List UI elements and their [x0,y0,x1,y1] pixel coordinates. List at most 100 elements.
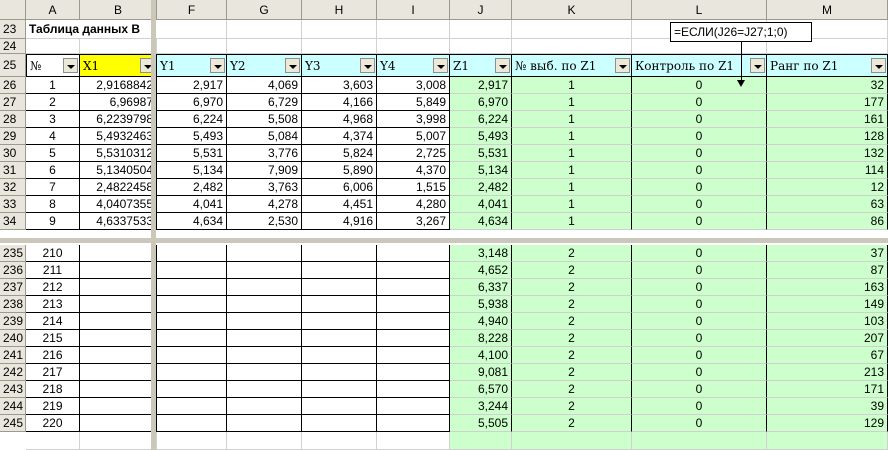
data-cell[interactable]: 0 [632,245,767,262]
data-cell[interactable] [227,296,302,313]
data-cell[interactable] [377,415,450,432]
filter-dropdown-rank[interactable] [871,58,886,73]
data-cell[interactable] [377,330,450,347]
row-header-243[interactable]: 243 [0,381,26,398]
data-cell[interactable]: 0 [632,296,767,313]
data-cell[interactable]: 4,069 [227,77,302,94]
data-cell[interactable]: 5,531 [157,145,227,162]
row-header-235[interactable]: 235 [0,245,26,262]
data-cell[interactable]: 86 [767,213,888,230]
data-cell[interactable]: 3 [26,111,80,128]
data-cell[interactable]: 2,725 [377,145,450,162]
data-cell[interactable] [377,296,450,313]
data-cell[interactable]: 213 [767,364,888,381]
data-cell[interactable] [80,364,157,381]
data-cell[interactable] [227,262,302,279]
data-cell[interactable]: 4,968 [302,111,377,128]
data-cell[interactable]: 0 [632,415,767,432]
row-header-30[interactable]: 30 [0,145,26,162]
data-cell[interactable]: 0 [632,398,767,415]
data-cell[interactable]: 4,374 [302,128,377,145]
data-cell[interactable]: 4,278 [227,196,302,213]
data-cell[interactable]: 0 [632,213,767,230]
data-cell[interactable] [227,245,302,262]
data-cell[interactable]: 2,482 [450,179,512,196]
horizontal-split-bar[interactable] [0,238,888,243]
row-header-29[interactable]: 29 [0,128,26,145]
data-cell[interactable]: 6,224 [450,111,512,128]
column-header-b[interactable]: B [80,0,157,20]
data-cell[interactable]: 161 [767,111,888,128]
data-cell[interactable] [157,347,227,364]
data-cell[interactable] [80,262,157,279]
data-cell[interactable]: 3,776 [227,145,302,162]
empty-cell[interactable] [302,20,377,39]
data-cell[interactable]: 5,493 [157,128,227,145]
data-cell[interactable]: 1 [512,111,632,128]
data-cell[interactable]: 3,763 [227,179,302,196]
column-header-a[interactable]: A [26,0,80,20]
data-cell[interactable] [227,398,302,415]
row-header-32[interactable]: 32 [0,179,26,196]
data-cell[interactable]: 0 [632,162,767,179]
data-cell[interactable] [302,415,377,432]
data-cell[interactable]: 1,515 [377,179,450,196]
data-cell[interactable]: 0 [632,111,767,128]
data-cell[interactable]: 6,729 [227,94,302,111]
data-cell[interactable] [302,364,377,381]
data-cell[interactable]: 3,603 [302,77,377,94]
data-cell[interactable]: 6,2239798 [80,111,157,128]
data-cell[interactable] [302,381,377,398]
data-cell[interactable]: 6,337 [450,279,512,296]
data-cell[interactable] [80,313,157,330]
data-cell[interactable]: 215 [26,330,80,347]
column-header-k[interactable]: K [512,0,632,20]
data-cell[interactable]: 171 [767,381,888,398]
empty-cell[interactable] [26,39,80,54]
data-cell[interactable]: 6,006 [302,179,377,196]
row-header-34[interactable]: 34 [0,213,26,230]
data-cell[interactable]: 5,007 [377,128,450,145]
data-cell[interactable] [377,398,450,415]
data-cell[interactable]: 4,940 [450,313,512,330]
data-cell[interactable] [227,381,302,398]
data-cell[interactable]: 4,6337533 [80,213,157,230]
data-cell[interactable]: 7 [26,179,80,196]
data-cell[interactable]: 6,970 [450,94,512,111]
data-cell[interactable] [80,330,157,347]
data-cell[interactable] [157,364,227,381]
row-header-33[interactable]: 33 [0,196,26,213]
data-cell[interactable]: 4,100 [450,347,512,364]
row-header-28[interactable]: 28 [0,111,26,128]
column-header-g[interactable]: G [227,0,302,20]
column-header-l[interactable]: L [632,0,767,20]
filter-dropdown-y3[interactable] [360,58,375,73]
data-cell[interactable]: 2 [512,279,632,296]
data-cell[interactable]: 0 [632,94,767,111]
data-cell[interactable]: 4,0407355 [80,196,157,213]
data-cell[interactable]: 2,530 [227,213,302,230]
filter-dropdown-y1[interactable] [210,58,225,73]
data-cell[interactable]: 213 [26,296,80,313]
data-cell[interactable] [227,415,302,432]
data-cell[interactable]: 2 [512,330,632,347]
data-cell[interactable]: 2 [512,398,632,415]
data-cell[interactable] [377,347,450,364]
data-cell[interactable]: 128 [767,128,888,145]
empty-cell[interactable] [512,39,632,54]
data-cell[interactable]: 114 [767,162,888,179]
data-cell[interactable] [80,347,157,364]
data-cell[interactable]: 3,148 [450,245,512,262]
data-cell[interactable]: 211 [26,262,80,279]
data-cell[interactable] [302,347,377,364]
data-cell[interactable]: 2,9168842 [80,77,157,94]
row-header-236[interactable]: 236 [0,262,26,279]
data-cell[interactable] [80,296,157,313]
data-cell[interactable] [80,245,157,262]
data-cell[interactable]: 5,5310312 [80,145,157,162]
filter-dropdown-y4[interactable] [433,58,448,73]
data-cell[interactable]: 2,482 [157,179,227,196]
data-cell[interactable]: 217 [26,364,80,381]
data-cell[interactable]: 1 [512,213,632,230]
data-cell[interactable]: 0 [632,145,767,162]
